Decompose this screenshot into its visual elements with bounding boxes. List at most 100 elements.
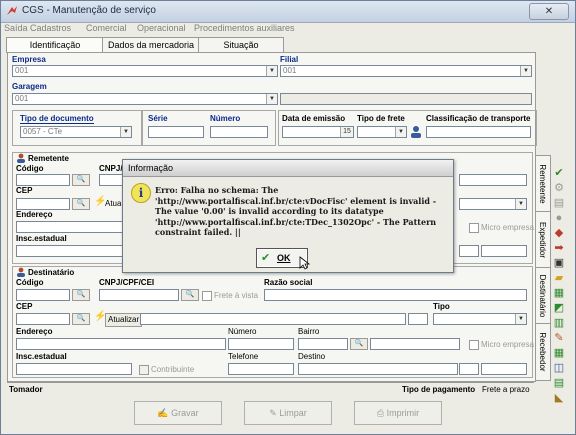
side-tab-destinatario[interactable]: Destinatário xyxy=(535,267,551,325)
side-tab-recebedor[interactable]: Recebedor xyxy=(535,323,551,381)
gravar-button[interactable]: ✍ Gravar xyxy=(134,401,222,425)
page-icon[interactable]: ▣ xyxy=(552,257,566,270)
destinatario-destino-code[interactable] xyxy=(481,363,527,375)
broom-icon: ✎ xyxy=(269,408,280,418)
chevron-down-icon[interactable]: ▼ xyxy=(515,314,526,324)
list-icon[interactable]: ▥ xyxy=(552,317,566,330)
grid-icon[interactable]: ▦ xyxy=(552,347,566,360)
destinatario-uf-input[interactable] xyxy=(408,313,428,325)
destinatario-bairro-input[interactable] xyxy=(298,338,348,350)
binoculars-icon[interactable]: 🔍 xyxy=(72,174,90,186)
destinatario-micro-label: Micro empresa xyxy=(481,340,534,349)
destinatario-cep-input[interactable] xyxy=(16,313,70,325)
binoculars-icon[interactable]: 🔍 xyxy=(72,198,90,210)
remetente-cep-input[interactable] xyxy=(16,198,70,210)
serie-label: Série xyxy=(148,114,168,123)
binoculars-icon[interactable]: 🔍 xyxy=(72,289,90,301)
calendar-icon[interactable]: 15 xyxy=(340,127,353,137)
remetente-micro-checkbox[interactable] xyxy=(469,223,479,233)
remetente-razao-input[interactable] xyxy=(459,174,527,186)
destinatario-cnpj-input[interactable] xyxy=(99,289,179,301)
destinatario-insc-label: Insc.estadual xyxy=(16,352,67,361)
remetente-cnpj-label: CNPJ/ xyxy=(99,164,123,173)
remetente-destino-uf[interactable] xyxy=(459,245,479,257)
imprimir-button[interactable]: ⎙ Imprimir xyxy=(354,401,442,425)
destinatario-bairro-desc xyxy=(370,338,460,350)
limpar-button[interactable]: ✎ Limpar xyxy=(244,401,332,425)
chevron-down-icon[interactable]: ▼ xyxy=(515,199,526,209)
menu-saida[interactable]: Saída xyxy=(4,23,28,33)
binoculars-icon[interactable]: 🔍 xyxy=(181,289,199,301)
side-tab-remetente[interactable]: Remetente xyxy=(535,155,551,213)
remetente-codigo-input[interactable] xyxy=(16,174,70,186)
remetente-endereco-input[interactable] xyxy=(16,221,124,233)
binoculars-icon[interactable]: 🔍 xyxy=(350,338,368,350)
arrow-right-icon[interactable]: ➡ xyxy=(552,242,566,255)
frete-vista-checkbox[interactable] xyxy=(202,291,212,301)
tab-dados-mercadoria[interactable]: Dados da mercadoria xyxy=(102,37,200,52)
side-tab-expedidor[interactable]: Expedidor xyxy=(535,211,551,269)
printer-icon: ⎙ xyxy=(376,408,387,418)
document-icon[interactable]: ▤ xyxy=(552,197,566,210)
serie-input[interactable] xyxy=(148,126,204,138)
menu-procedimentos[interactable]: Procedimentos auxiliares xyxy=(194,23,295,33)
destinatario-destino-uf[interactable] xyxy=(459,363,479,375)
destinatario-micro-checkbox[interactable] xyxy=(469,340,479,350)
binoculars-icon[interactable]: 🔍 xyxy=(72,313,90,325)
menu-bar: Saída Cadastros Comercial Operacional Pr… xyxy=(1,23,575,35)
destinatario-atualizar-button[interactable]: Atualizar xyxy=(105,313,143,327)
chevron-down-icon[interactable]: ▼ xyxy=(120,127,131,137)
filial-select[interactable]: 001 ▼ xyxy=(280,65,532,77)
tab-situacao[interactable]: Situação xyxy=(198,37,284,52)
eraser-icon[interactable]: ◆ xyxy=(552,227,566,240)
razao-social-input[interactable] xyxy=(264,289,527,301)
destinatario-numero-input[interactable] xyxy=(228,338,294,350)
destinatario-tipo-select[interactable]: ▼ xyxy=(433,313,527,325)
chevron-down-icon[interactable]: ▼ xyxy=(266,66,277,76)
tag-icon[interactable]: ◩ xyxy=(552,302,566,315)
contribuinte-checkbox[interactable] xyxy=(139,365,149,375)
telefone-input[interactable] xyxy=(228,363,294,375)
destino-input[interactable] xyxy=(298,363,458,375)
tab-identificacao[interactable]: Identificação xyxy=(6,37,104,53)
tipo-frete-select[interactable]: ▼ xyxy=(357,126,407,138)
remetente-destino-input[interactable] xyxy=(481,245,527,257)
exit-icon[interactable]: ◣ xyxy=(552,392,566,405)
circle-icon[interactable]: ● xyxy=(552,212,566,225)
remetente-tipo-select[interactable]: ▼ xyxy=(459,198,527,210)
check-icon[interactable]: ✔ xyxy=(552,167,566,180)
gear-icon[interactable]: ⚙ xyxy=(552,182,566,195)
empresa-select[interactable]: 001 ▼ xyxy=(12,65,278,77)
tipo-documento-select[interactable]: 0057 - CTe ▼ xyxy=(20,126,132,138)
remetente-micro-label: Micro empresa xyxy=(481,223,534,232)
destinatario-insc-input[interactable] xyxy=(16,363,132,375)
folder-icon[interactable]: ▰ xyxy=(552,272,566,285)
chevron-down-icon[interactable]: ▼ xyxy=(395,127,406,137)
data-emissao-input[interactable]: 15 xyxy=(282,126,354,138)
destinatario-endereco-input[interactable] xyxy=(16,338,226,350)
tools-icon[interactable]: ✎ xyxy=(552,332,566,345)
remetente-atualizar-button[interactable]: Atual xyxy=(105,199,123,208)
numero-label: Número xyxy=(210,114,241,123)
tipo-documento-label: Tipo de documento xyxy=(20,114,94,124)
app-logo-icon xyxy=(7,6,17,15)
numero-input[interactable] xyxy=(210,126,268,138)
remetente-insc-input[interactable] xyxy=(16,245,124,257)
menu-operacional[interactable]: Operacional xyxy=(137,23,186,33)
remetente-cep-label: CEP xyxy=(16,186,33,195)
menu-cadastros[interactable]: Cadastros xyxy=(30,23,71,33)
destinatario-endereco-label: Endereço xyxy=(16,327,53,336)
report-icon[interactable]: ▤ xyxy=(552,377,566,390)
destinatario-codigo-input[interactable] xyxy=(16,289,70,301)
user-lookup-icon[interactable] xyxy=(409,125,423,139)
box-icon[interactable]: ▦ xyxy=(552,287,566,300)
dialog-message: Erro: Falha no schema: The 'http://www.p… xyxy=(155,185,437,237)
book-icon[interactable]: ◫ xyxy=(552,362,566,375)
menu-comercial[interactable]: Comercial xyxy=(86,23,127,33)
close-button[interactable]: ✕ xyxy=(529,3,569,20)
chevron-down-icon[interactable]: ▼ xyxy=(520,66,531,76)
destinatario-title: Destinatário xyxy=(28,268,75,277)
chevron-down-icon[interactable]: ▼ xyxy=(266,94,277,104)
garagem-select[interactable]: 001 ▼ xyxy=(12,93,278,105)
classificacao-input[interactable] xyxy=(426,126,531,138)
